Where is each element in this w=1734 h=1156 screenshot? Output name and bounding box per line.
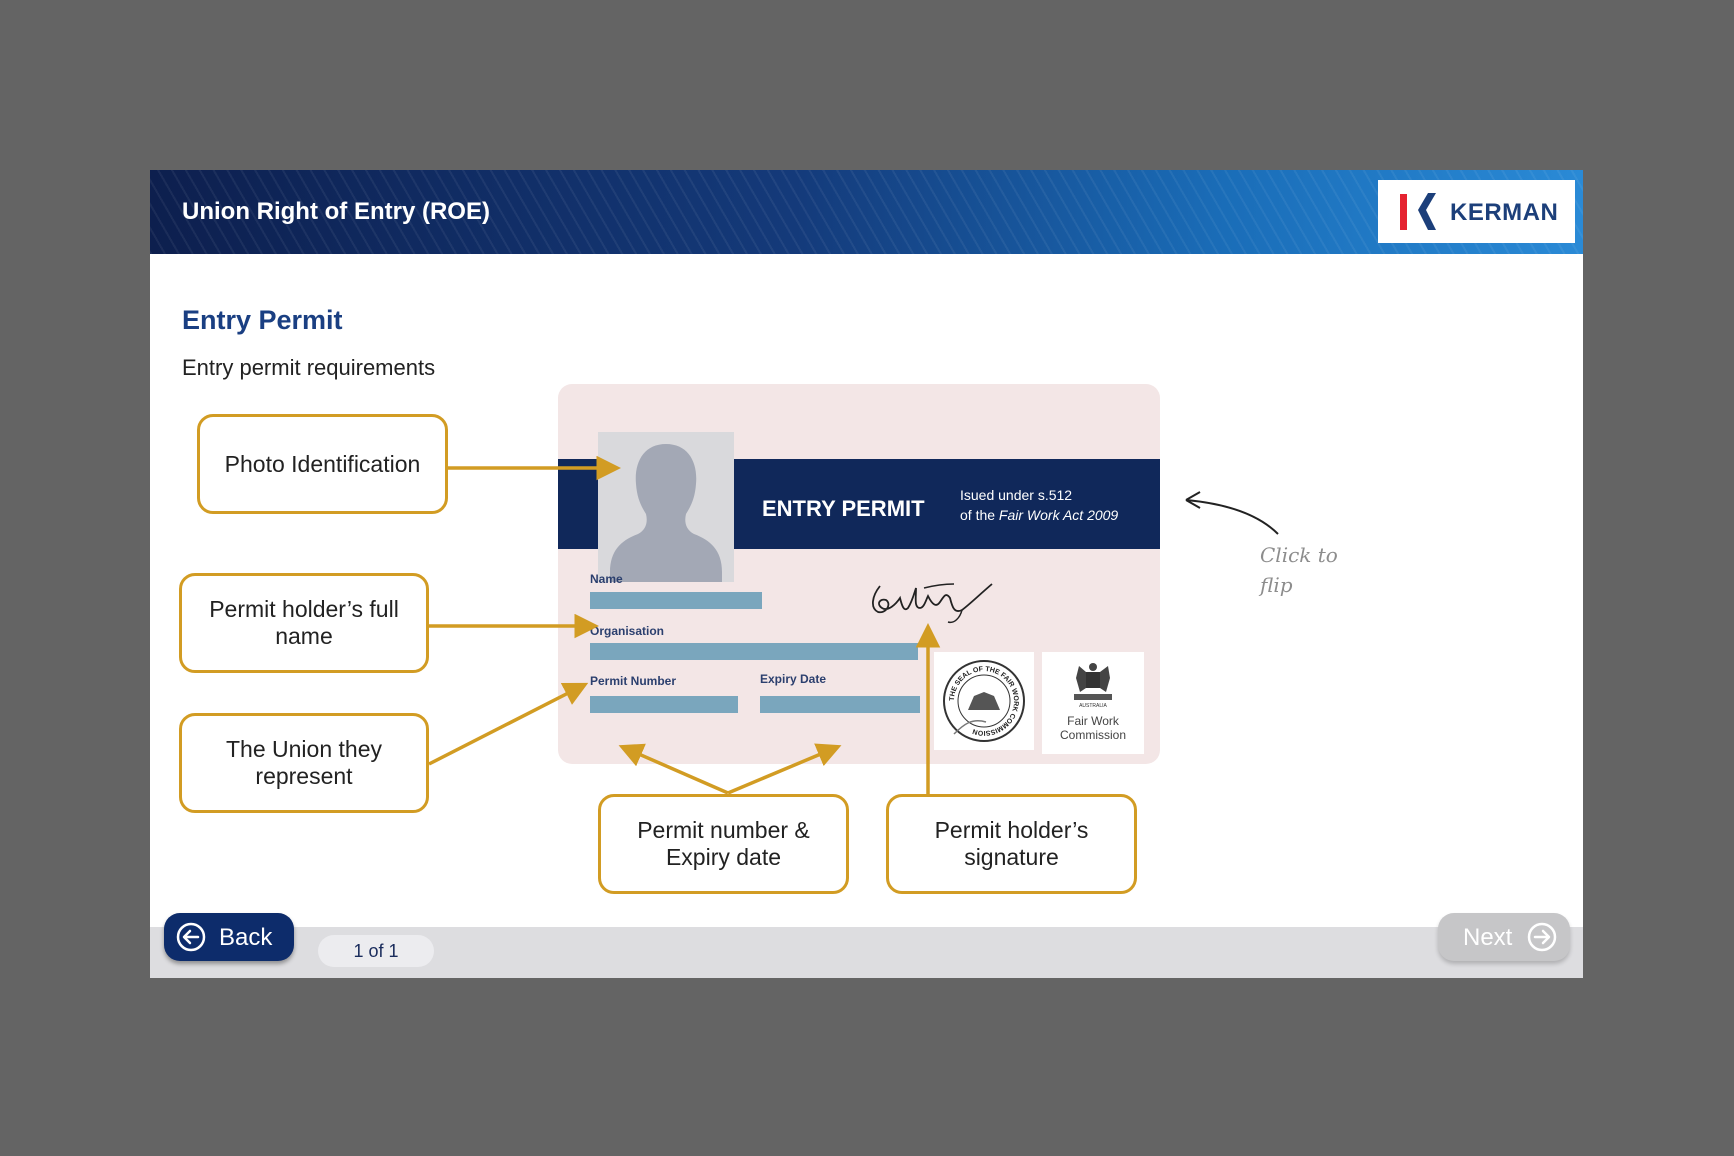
card-issued-line1: Isued under s.512 <box>960 487 1073 503</box>
card-name-field <box>590 592 762 609</box>
card-expiry-date-field <box>760 696 920 713</box>
page-subtitle: Entry permit requirements <box>182 355 436 380</box>
card-title: ENTRY PERMIT <box>762 496 925 521</box>
arrow-right-circle-icon <box>1527 922 1557 952</box>
callout-full-name: Permit holder’s full name <box>179 573 429 673</box>
callout-permit-number-expiry: Permit number & Expiry date <box>598 794 849 894</box>
fwc-name-line1: Fair Work <box>1067 714 1119 728</box>
commission-seal-icon: THE SEAL OF THE FAIR WORK COMMISSION <box>943 660 1025 742</box>
kerman-logo-icon <box>1400 193 1436 230</box>
fwc-name: Fair Work Commission <box>1042 714 1144 742</box>
card-name-label: Name <box>590 572 623 586</box>
card-issued-line2: of the Fair Work Act 2009 <box>960 505 1118 525</box>
slide: Union Right of Entry (ROE) KERMAN Entry … <box>150 170 1583 978</box>
flip-arrow-icon <box>1185 499 1279 535</box>
arrow-left-circle-icon <box>176 922 206 952</box>
back-button[interactable]: Back <box>164 913 294 961</box>
flip-hint-line2: flip <box>1260 573 1293 597</box>
card-organisation-label: Organisation <box>590 624 665 638</box>
coat-of-arms-icon: AUSTRALIA <box>1074 663 1112 709</box>
card-permit-number-field <box>590 696 738 713</box>
next-button[interactable]: Next <box>1438 913 1570 961</box>
card-expiry-date-label: Expiry Date <box>760 672 827 686</box>
course-title: Union Right of Entry (ROE) <box>182 198 490 225</box>
header-bar: Union Right of Entry (ROE) KERMAN <box>150 170 1583 254</box>
coat-of-arms-text: AUSTRALIA <box>1079 703 1107 709</box>
flip-hint-line1: Click to <box>1260 543 1338 567</box>
card-organisation-field <box>590 643 918 660</box>
back-button-label: Back <box>219 924 273 951</box>
callout-photo-identification: Photo Identification <box>197 414 448 514</box>
click-to-flip-hint[interactable]: Click to flip <box>1260 540 1338 600</box>
fwc-seal: THE SEAL OF THE FAIR WORK COMMISSION <box>934 652 1034 750</box>
page-title: Entry Permit <box>182 305 343 335</box>
next-button-label: Next <box>1463 924 1513 951</box>
callout-signature: Permit holder’s signature <box>886 794 1137 894</box>
entry-permit-card[interactable]: ENTRY PERMIT Isued under s.512 of the Fa… <box>558 384 1160 764</box>
person-silhouette-icon <box>610 444 722 582</box>
card-photo <box>598 432 734 582</box>
kerman-logo-text: KERMAN <box>1450 199 1559 226</box>
signature-image <box>872 583 993 624</box>
page-indicator: 1 of 1 <box>318 935 434 967</box>
card-issued-under: Isued under s.512 of the Fair Work Act 2… <box>960 485 1118 525</box>
kerman-logo: KERMAN <box>1378 180 1575 243</box>
card-permit-number-label: Permit Number <box>590 674 677 688</box>
fwc-logo: AUSTRALIA Fair Work Commission <box>1042 652 1144 754</box>
callout-union: The Union they represent <box>179 713 429 813</box>
fwc-name-line2: Commission <box>1059 728 1126 742</box>
card-act-name: Fair Work Act 2009 <box>998 507 1119 523</box>
card-issued-prefix: of the <box>960 507 999 523</box>
